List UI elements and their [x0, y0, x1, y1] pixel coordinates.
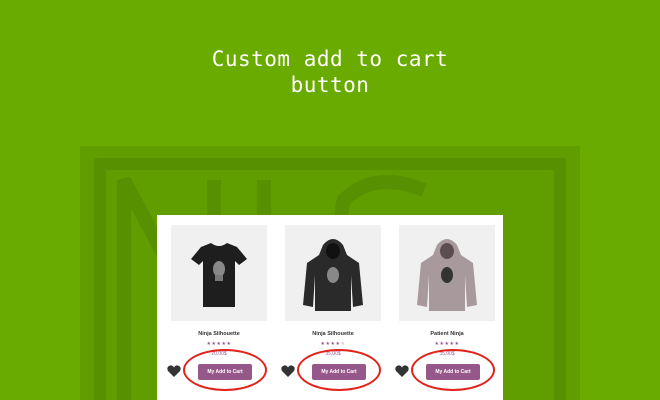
banner-title-line2: button — [290, 73, 370, 97]
banner-title-line1: Custom add to cart — [211, 47, 449, 71]
product-image-grey-hoodie[interactable] — [399, 225, 495, 321]
product-name[interactable]: Patient Ninja — [399, 331, 495, 337]
product-name[interactable]: Ninja Silhouette — [285, 331, 381, 337]
banner-title: Custom add to cart button — [0, 46, 660, 98]
product-name[interactable]: Ninja Silhouette — [171, 331, 267, 337]
product-grid: Ninja Silhouette ★★★★★ 20,00$ My Add to … — [157, 215, 503, 400]
add-to-cart-button[interactable]: My Add to Cart — [312, 364, 366, 380]
add-to-cart-button[interactable]: My Add to Cart — [198, 364, 252, 380]
heart-icon[interactable] — [281, 365, 295, 377]
rating-stars: ★★★★★ — [320, 341, 346, 347]
product-card: Ninja Silhouette ★★★★★ 20,00$ My Add to … — [167, 225, 267, 391]
heart-icon[interactable] — [167, 365, 181, 377]
rating-stars: ★★★★★ — [434, 341, 460, 347]
rating-stars: ★★★★★ — [206, 341, 232, 347]
product-image-black-hoodie[interactable] — [285, 225, 381, 321]
heart-icon[interactable] — [395, 365, 409, 377]
product-card: Patient Ninja ★★★★★ 35,00$ My Add to Car… — [395, 225, 495, 391]
add-to-cart-button[interactable]: My Add to Cart — [426, 364, 480, 380]
product-card: Ninja Silhouette ★★★★★ 35,00$ My Add to … — [281, 225, 381, 391]
product-image-black-tshirt[interactable] — [171, 225, 267, 321]
